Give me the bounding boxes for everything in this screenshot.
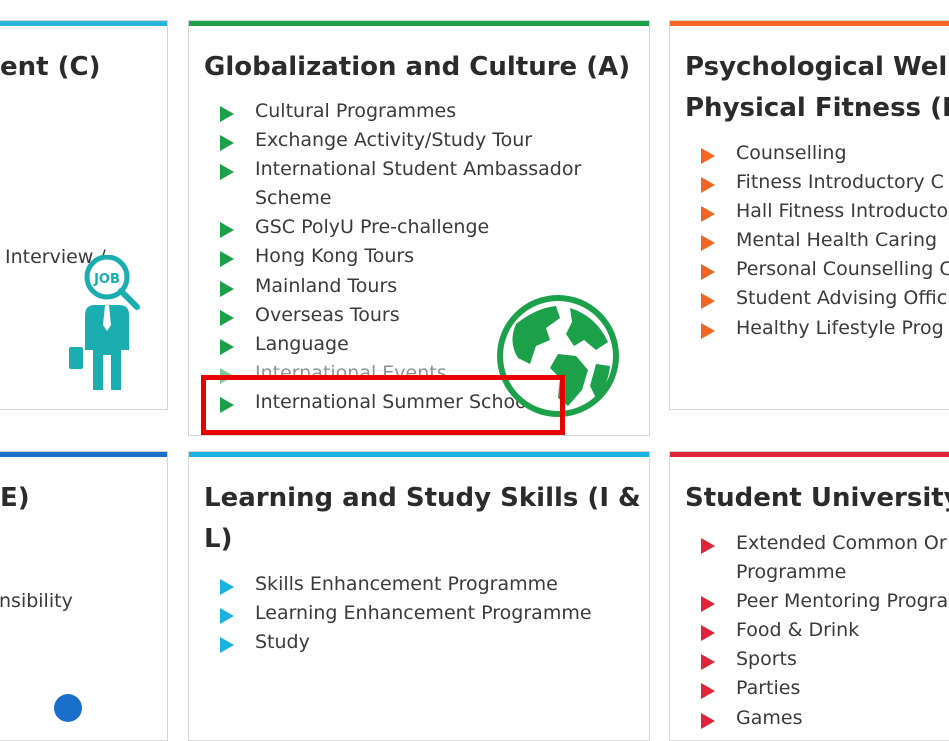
university-list: Extended Common Or Programme Peer Mentor… (685, 529, 948, 733)
list-item[interactable]: Food & Drink (685, 616, 948, 645)
arrow-bullet-icon (701, 148, 715, 164)
card-accent-bar (670, 452, 949, 457)
list-item-continuation[interactable]: Programme (685, 558, 948, 587)
arrow-bullet-icon (701, 683, 715, 700)
arrow-bullet-icon (220, 608, 234, 625)
list-item[interactable]: Study (204, 628, 592, 657)
list-item[interactable]: Personal Counselling C (685, 255, 949, 284)
card-accent-bar (189, 21, 649, 26)
list-item[interactable]: Hall Fitness Introducto (685, 197, 949, 226)
arrow-bullet-icon (701, 322, 715, 339)
arrow-bullet-icon (701, 712, 715, 729)
card-accent-bar (0, 452, 167, 457)
list-item[interactable]: Parties (685, 674, 948, 703)
card-title: Globalization and Culture (A) (204, 52, 631, 82)
list-item[interactable]: Skills Enhancement Programme (204, 570, 592, 599)
learning-list: Skills Enhancement Programme Learning En… (204, 570, 592, 657)
arrow-bullet-icon (220, 280, 234, 297)
arrow-bullet-icon (220, 637, 234, 654)
arrow-bullet-icon (701, 625, 715, 642)
list-item-continuation[interactable]: Scheme (204, 184, 581, 213)
card-title-line1: Psychological Well (685, 52, 949, 82)
list-item[interactable]: Exchange Activity/Study Tour (204, 126, 581, 155)
arrow-bullet-icon (701, 206, 715, 223)
arrow-bullet-icon (701, 654, 715, 671)
list-item[interactable]: International Student Ambassador (204, 155, 581, 184)
list-item[interactable]: Sports (685, 645, 948, 674)
card-learning: Learning and Study Skills (I & L) Skills… (188, 451, 650, 741)
list-item[interactable]: Learning Enhancement Programme (204, 599, 592, 628)
list-item[interactable]: Games (685, 704, 948, 733)
list-item[interactable]: Extended Common Or (685, 529, 948, 558)
card-globalization: Globalization and Culture (A) Cultural P… (188, 20, 650, 436)
arrow-bullet-icon (220, 135, 234, 152)
list-item[interactable]: Hong Kong Tours (204, 242, 581, 271)
arrow-bullet-icon (701, 177, 715, 194)
arrow-bullet-icon (220, 106, 234, 122)
card-title-line2: Physical Fitness (P) (685, 93, 949, 123)
arrow-bullet-icon (220, 579, 234, 595)
arrow-bullet-icon (220, 164, 234, 181)
list-item[interactable]: Mental Health Caring (685, 226, 949, 255)
arrow-bullet-icon (220, 222, 234, 239)
list-item[interactable]: Healthy Lifestyle Prog (685, 314, 949, 343)
card-psychological: Psychological Well Physical Fitness (P) … (669, 20, 949, 410)
card-title-line1: Learning and Study Skills (I & (204, 483, 641, 513)
list-item[interactable]: Counselling (685, 139, 949, 168)
card-career: ent (C) Interview / JOB (0, 20, 168, 410)
arrow-bullet-icon (220, 309, 234, 326)
card-accent-bar (0, 21, 167, 26)
arrow-bullet-icon (701, 538, 715, 554)
card-title: Student University (685, 483, 949, 513)
dot-icon (54, 694, 82, 722)
card-accent-bar (670, 21, 949, 26)
list-item[interactable]: Fitness Introductory C (685, 168, 949, 197)
arrow-bullet-icon (701, 235, 715, 252)
arrow-bullet-icon (220, 338, 234, 355)
list-item[interactable]: Cultural Programmes (204, 97, 581, 126)
arrow-bullet-icon (701, 596, 715, 613)
list-item[interactable]: Student Advising Offic (685, 284, 949, 313)
card-ethics: E) nsibility (0, 451, 168, 741)
arrow-bullet-icon (701, 293, 715, 310)
card-student-university: Student University Extended Common Or Pr… (669, 451, 949, 741)
job-seeker-icon: JOB (69, 255, 140, 390)
psych-list: Counselling Fitness Introductory C Hall … (685, 139, 949, 343)
job-icon-label: JOB (93, 272, 120, 287)
list-item[interactable]: GSC PolyU Pre-challenge (204, 213, 581, 242)
card-text-fragment[interactable]: nsibility (0, 590, 73, 612)
arrow-bullet-icon (701, 264, 715, 281)
arrow-bullet-icon (220, 251, 234, 268)
card-title: ent (C) (0, 52, 101, 82)
highlight-box (201, 375, 565, 435)
card-title-line2: L) (204, 524, 233, 554)
card-accent-bar (189, 452, 649, 457)
list-item[interactable]: Peer Mentoring Progra (685, 587, 948, 616)
card-title: E) (0, 483, 30, 513)
